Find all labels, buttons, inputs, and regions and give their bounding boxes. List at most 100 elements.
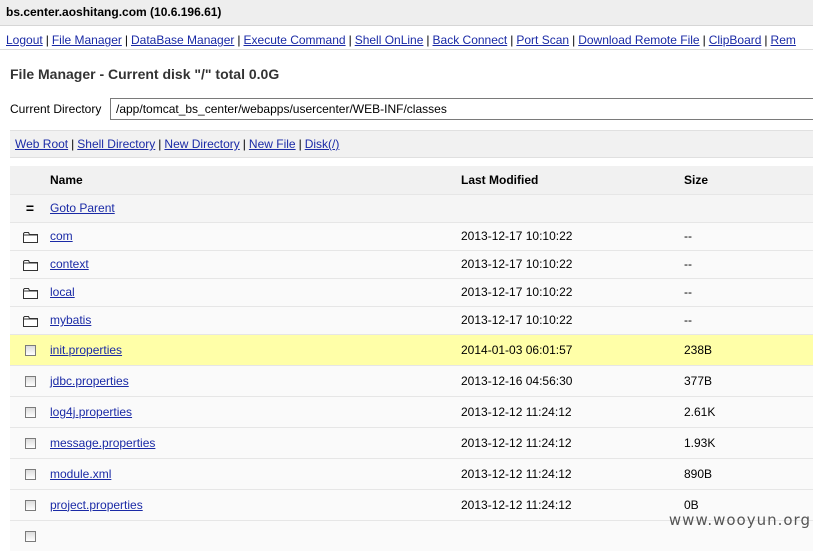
- nav-separator: |: [348, 33, 352, 47]
- nav-separator: |: [237, 33, 241, 47]
- file-name-link[interactable]: jdbc.properties: [50, 374, 129, 388]
- size-cell: --: [684, 285, 692, 299]
- last-modified-cell: 2013-12-12 11:24:12: [461, 466, 572, 481]
- last-modified-cell: 2013-12-17 10:10:22: [461, 313, 573, 327]
- quick-separator: |: [298, 137, 302, 151]
- last-modified-cell: 2013-12-12 11:24:12: [461, 435, 572, 450]
- nav-shell-online[interactable]: Shell OnLine: [355, 33, 424, 47]
- row-icon-cell[interactable]: [10, 365, 50, 396]
- file-checkbox[interactable]: [24, 499, 36, 511]
- file-checkbox[interactable]: [24, 375, 36, 387]
- folder-name-link[interactable]: local: [50, 285, 75, 299]
- goto-parent-link[interactable]: Goto Parent: [50, 201, 115, 215]
- folder-row: mybatis 2013-12-17 10:10:22 --: [10, 306, 813, 334]
- size-cell: 377B: [684, 373, 713, 388]
- link-new-directory[interactable]: New Directory: [164, 137, 239, 151]
- row-icon-cell: [10, 222, 50, 250]
- size-cell: 238B: [684, 342, 713, 357]
- nav-separator: |: [764, 33, 768, 47]
- file-checkbox[interactable]: [24, 344, 36, 356]
- top-nav: Logout | File Manager | DataBase Manager | Exe…: [0, 30, 813, 50]
- parent-icon: =: [10, 194, 50, 222]
- current-directory-input[interactable]: [110, 98, 813, 120]
- folder-icon: [22, 315, 38, 327]
- row-icon-cell[interactable]: [10, 427, 50, 458]
- header-size[interactable]: Size: [684, 166, 813, 194]
- nav-download-remote-file[interactable]: Download Remote File: [578, 33, 699, 47]
- nav-port-scan[interactable]: Port Scan: [516, 33, 569, 47]
- quick-separator: |: [242, 137, 246, 151]
- file-name-link[interactable]: project.properties: [50, 498, 143, 512]
- quick-links-bar: Web Root | Shell Directory | New Directory | N…: [10, 130, 813, 158]
- folder-row: local 2013-12-17 10:10:22 --: [10, 278, 813, 306]
- watermark: www.wooyun.org: [668, 511, 811, 529]
- row-icon-cell[interactable]: [10, 458, 50, 489]
- goto-parent-row: = Goto Parent: [10, 194, 813, 222]
- last-modified-cell: 2013-12-12 11:24:12: [461, 497, 572, 512]
- page-title: File Manager - Current disk "/" total 0.…: [10, 66, 280, 82]
- last-modified-cell: [461, 520, 684, 551]
- folder-name-link[interactable]: context: [50, 257, 89, 271]
- file-row: jdbc.properties 2013-12-16 04:56:30 377B: [10, 365, 813, 396]
- row-icon-cell[interactable]: [10, 396, 50, 427]
- file-name-link[interactable]: log4j.properties: [50, 405, 132, 419]
- folder-icon: [22, 231, 38, 243]
- nav-separator: |: [572, 33, 576, 47]
- file-row: message.properties 2013-12-12 11:24:12 1.9…: [10, 427, 813, 458]
- nav-clipboard[interactable]: ClipBoard: [709, 33, 762, 47]
- file-row: init.properties 2014-01-03 06:01:57 238B: [10, 334, 813, 365]
- size-cell: --: [684, 257, 692, 271]
- nav-execute-command[interactable]: Execute Command: [244, 33, 346, 47]
- folder-name-link[interactable]: com: [50, 229, 73, 243]
- nav-separator: |: [702, 33, 706, 47]
- link-disk[interactable]: Disk(/): [305, 137, 340, 151]
- header-name[interactable]: Name: [50, 166, 461, 194]
- link-web-root[interactable]: Web Root: [15, 137, 68, 151]
- folder-row: com 2013-12-17 10:10:22 --: [10, 222, 813, 250]
- file-name-link[interactable]: module.xml: [50, 467, 111, 481]
- last-modified-cell: 2014-01-03 06:01:57: [461, 342, 573, 357]
- folder-name-link[interactable]: mybatis: [50, 313, 91, 327]
- nav-separator: |: [510, 33, 514, 47]
- last-modified-cell: 2013-12-17 10:10:22: [461, 285, 573, 299]
- parent-glyph: =: [25, 200, 35, 216]
- nav-separator: |: [45, 33, 49, 47]
- nav-separator: |: [124, 33, 128, 47]
- quick-separator: |: [158, 137, 162, 151]
- size-cell: --: [684, 313, 692, 327]
- last-modified-cell: 2013-12-12 11:24:12: [461, 404, 572, 419]
- nav-database-manager[interactable]: DataBase Manager: [131, 33, 234, 47]
- folder-icon: [22, 259, 38, 271]
- current-directory-label: Current Directory: [10, 102, 102, 116]
- nav-logout[interactable]: Logout: [6, 33, 43, 47]
- link-shell-directory[interactable]: Shell Directory: [77, 137, 155, 151]
- nav-file-manager[interactable]: File Manager: [52, 33, 122, 47]
- host-title: bs.center.aoshitang.com (10.6.196.61): [0, 0, 813, 26]
- file-checkbox[interactable]: [24, 437, 36, 449]
- row-icon-cell: [10, 250, 50, 278]
- folder-icon: [22, 287, 38, 299]
- header-last-modified[interactable]: Last Modified: [461, 166, 684, 194]
- row-icon-cell: [10, 278, 50, 306]
- row-icon-cell[interactable]: [10, 334, 50, 365]
- file-row: log4j.properties 2013-12-12 11:24:12 2.61K: [10, 396, 813, 427]
- link-new-file[interactable]: New File: [249, 137, 296, 151]
- nav-separator: |: [426, 33, 430, 47]
- file-name-link[interactable]: message.properties: [50, 436, 155, 450]
- file-name-link[interactable]: init.properties: [50, 343, 122, 357]
- header-icon-cell: [10, 166, 50, 194]
- size-cell: 1.93K: [684, 435, 716, 450]
- file-row: module.xml 2013-12-12 11:24:12 890B: [10, 458, 813, 489]
- size-cell: 890B: [684, 466, 713, 481]
- file-checkbox[interactable]: [24, 468, 36, 480]
- row-icon-cell: [10, 306, 50, 334]
- last-modified-cell: 2013-12-16 04:56:30: [461, 373, 573, 388]
- file-checkbox[interactable]: [24, 406, 36, 418]
- size-cell: --: [684, 229, 692, 243]
- nav-remote-truncated[interactable]: Rem: [771, 33, 796, 47]
- size-cell: 2.61K: [684, 404, 716, 419]
- quick-separator: |: [71, 137, 75, 151]
- nav-back-connect[interactable]: Back Connect: [433, 33, 508, 47]
- row-icon-cell[interactable]: [10, 489, 50, 520]
- row-icon-cell[interactable]: [10, 520, 50, 551]
